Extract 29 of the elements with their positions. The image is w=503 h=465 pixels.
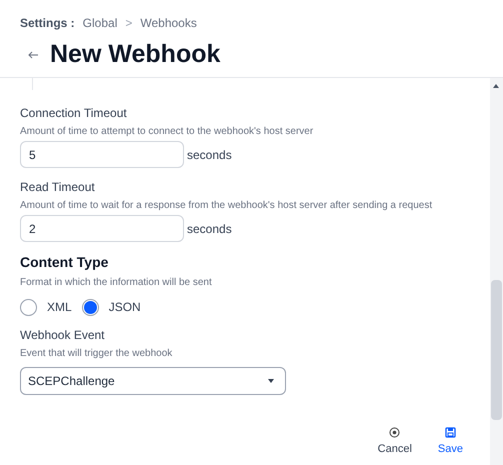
field-label: Content Type (20, 253, 110, 272)
cancel-button[interactable]: Cancel (378, 427, 412, 458)
number-input[interactable]: 5 (20, 141, 184, 168)
save-button[interactable]: Save (438, 427, 463, 458)
radio-button[interactable] (82, 298, 99, 316)
back-arrow-icon[interactable] (28, 50, 38, 59)
caret-icon (268, 379, 274, 383)
field-hint: Amount of time to attempt to connect to the webhook's host server (20, 125, 314, 139)
field-hint: Format in which the information will be sent (20, 276, 213, 290)
field-hint: Amount of time to wait for a response from the webhook's host server after sending a request (20, 199, 434, 213)
breadcrumb-link[interactable]: Webhooks (140, 14, 197, 32)
field-hint: Event that will trigger the webhook (20, 347, 174, 361)
unit-label: seconds (187, 220, 232, 238)
page-title: New Webhook (50, 39, 220, 70)
field-label: Read Timeout (20, 179, 96, 196)
number-input[interactable]: 2 (20, 215, 184, 242)
breadcrumb-label: Settings : (20, 15, 75, 32)
unit-label: seconds (187, 146, 232, 164)
radio-label: XML (47, 299, 72, 316)
field-label: Connection Timeout (20, 105, 128, 122)
radio-label: JSON (108, 299, 141, 316)
cancel-icon (389, 427, 400, 438)
breadcrumb-separator: > (125, 15, 132, 32)
save-icon (444, 427, 456, 438)
breadcrumb-link[interactable]: Global (82, 14, 118, 32)
event-dropdown[interactable]: SCEPChallenge (20, 367, 286, 395)
radio-button[interactable] (20, 298, 37, 316)
scrollbar[interactable] (490, 78, 503, 465)
field-label: Webhook Event (20, 327, 106, 344)
